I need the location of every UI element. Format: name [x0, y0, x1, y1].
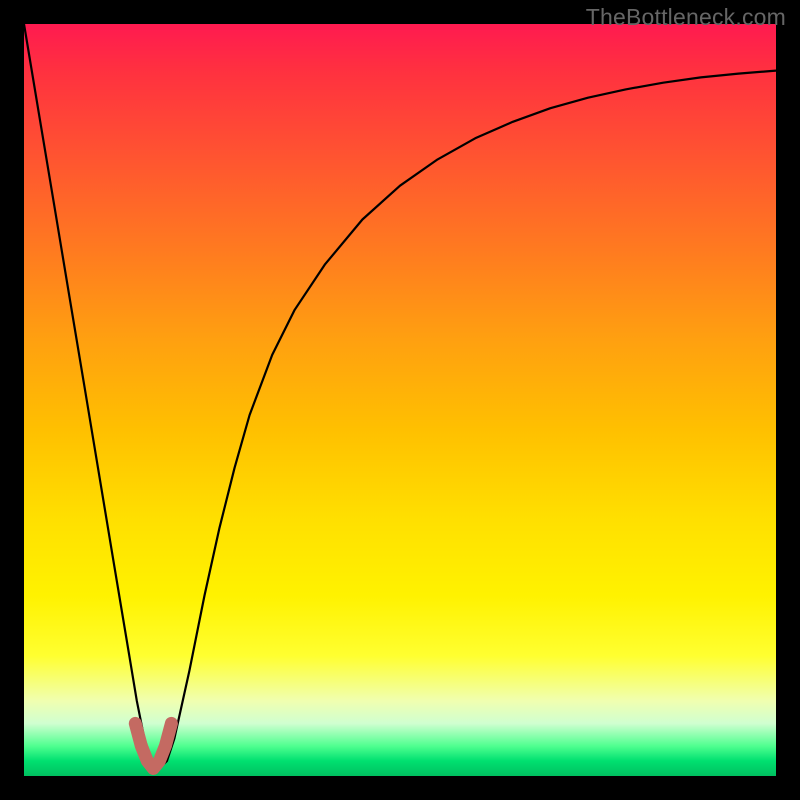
plot-area [24, 24, 776, 776]
valley-highlight [135, 723, 171, 768]
watermark-text: TheBottleneck.com [586, 4, 786, 31]
curve-layer [24, 24, 776, 776]
chart-frame: TheBottleneck.com [0, 0, 800, 800]
bottleneck-curve [24, 24, 776, 769]
